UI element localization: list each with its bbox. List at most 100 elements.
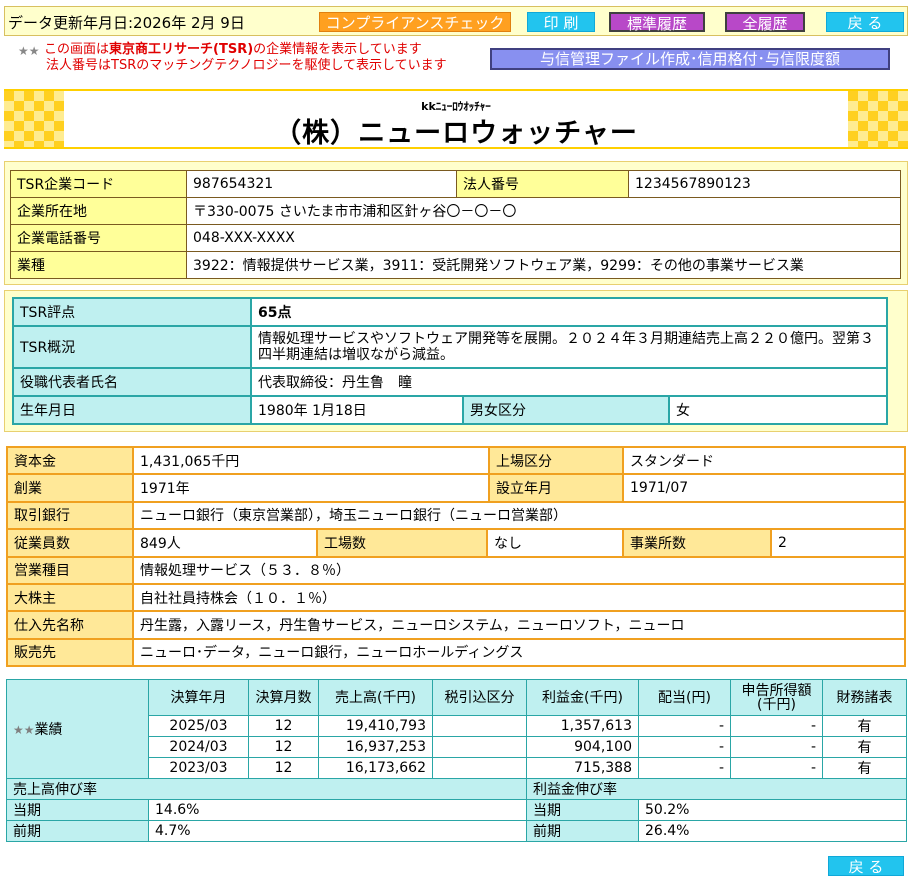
address-label: 企業所在地 bbox=[10, 197, 187, 225]
row-months: 12 bbox=[248, 736, 319, 758]
sales-current-label: 当期 bbox=[6, 799, 149, 821]
results-table: ★★業績 決算年月 決算月数 売上高(千円) 税引込区分 利益金(千円) 配当(… bbox=[6, 679, 907, 842]
industry-label: 業種 bbox=[10, 251, 187, 279]
star-icon: ★★ bbox=[18, 44, 40, 58]
row-months: 12 bbox=[248, 757, 319, 779]
row-profit: 904,100 bbox=[526, 736, 639, 758]
row-financial[interactable]: 有 bbox=[822, 757, 907, 779]
sales-previous-label: 前期 bbox=[6, 820, 149, 842]
bank-label: 取引銀行 bbox=[6, 500, 134, 531]
established-label: 設立年月 bbox=[488, 473, 624, 503]
all-history-button[interactable]: 全履歴 bbox=[725, 12, 805, 33]
tsr-score-label: TSR評点 bbox=[12, 297, 252, 327]
capital-label: 資本金 bbox=[6, 445, 134, 476]
update-date: データ更新年月日:2026年 2月 9日 bbox=[8, 14, 245, 32]
suppliers-value: 丹生露，入露リース，丹生鲁サービス，ニューロシステム，ニューロソフト，ニューロ bbox=[132, 610, 906, 640]
gender-label: 男女区分 bbox=[462, 395, 670, 425]
tsr-notice: この画面は東京商工リサーチ(TSR)の企業情報を表示しています 法人番号はTSR… bbox=[44, 42, 447, 73]
print-button[interactable]: 印 刷 bbox=[527, 12, 595, 32]
employees-value: 849人 bbox=[132, 528, 318, 558]
employees-label: 従業員数 bbox=[6, 528, 134, 558]
birth-date-label: 生年月日 bbox=[12, 395, 252, 425]
basic-info-table: TSR企業コード 987654321 法人番号 1234567890123 企業… bbox=[10, 170, 901, 279]
gender-value: 女 bbox=[668, 395, 888, 425]
row-period: 2025/03 bbox=[148, 715, 249, 737]
suppliers-label: 仕入先名称 bbox=[6, 610, 134, 640]
back-button-bottom[interactable]: 戻 る bbox=[828, 856, 904, 876]
sales-growth-current: 14.6% bbox=[148, 799, 527, 821]
birth-date-value: 1980年 1月18日 bbox=[250, 395, 464, 425]
header-tax: 税引込区分 bbox=[432, 679, 527, 716]
tsr-overview-label: TSR概況 bbox=[12, 325, 252, 369]
industry-value: 3922：情報提供サービス業，3911：受託開発ソフトウェア業，9299：その他… bbox=[186, 251, 901, 279]
profit-growth-previous: 26.4% bbox=[638, 820, 907, 842]
business-label: 営業種目 bbox=[6, 555, 134, 585]
factories-value: なし bbox=[486, 528, 624, 558]
profit-growth-label: 利益金伸び率 bbox=[526, 778, 907, 800]
sales-growth-previous: 4.7% bbox=[148, 820, 527, 842]
row-declared: - bbox=[730, 736, 823, 758]
tsr-overview-value: 情報処理サービスやソフトウェア開発等を展開。２０２４年３月期連結売上高２２０億円… bbox=[250, 325, 888, 369]
tsr-info-table: TSR評点 65点 TSR概況 情報処理サービスやソフトウェア開発等を展開。２０… bbox=[12, 297, 888, 425]
row-financial[interactable]: 有 bbox=[822, 736, 907, 758]
header-sales: 売上高(千円) bbox=[318, 679, 433, 716]
header-months: 決算月数 bbox=[248, 679, 319, 716]
business-value: 情報処理サービス（５３．８％） bbox=[132, 555, 906, 585]
sales-growth-label: 売上高伸び率 bbox=[6, 778, 527, 800]
shareholder-label: 大株主 bbox=[6, 582, 134, 613]
header-declared: 申告所得額(千円) bbox=[730, 679, 823, 716]
capital-value: 1,431,065千円 bbox=[132, 445, 490, 476]
factories-label: 工場数 bbox=[316, 528, 488, 558]
row-dividend: - bbox=[638, 736, 731, 758]
company-profile-table: 資本金 1,431,065千円 上場区分 スタンダード 創業 1971年 設立年… bbox=[6, 445, 906, 668]
row-dividend: - bbox=[638, 757, 731, 779]
company-name: （株）ニューロウォッチャー bbox=[274, 118, 638, 149]
compliance-check-button[interactable]: コンプライアンスチェック bbox=[319, 12, 511, 32]
header-dividend: 配当(円) bbox=[638, 679, 731, 716]
row-declared: - bbox=[730, 715, 823, 737]
founded-label: 創業 bbox=[6, 473, 134, 503]
profit-growth-current: 50.2% bbox=[638, 799, 907, 821]
founded-value: 1971年 bbox=[132, 473, 490, 503]
results-section-label: ★★業績 bbox=[6, 679, 149, 779]
header-financial: 財務諸表 bbox=[822, 679, 907, 716]
customers-label: 販売先 bbox=[6, 637, 134, 668]
header-profit: 利益金(千円) bbox=[526, 679, 639, 716]
representative-value: 代表取締役：丹生鲁 瞳 bbox=[250, 367, 888, 397]
shareholder-value: 自社社員持株会（１０．１％） bbox=[132, 582, 906, 613]
corp-no-value: 1234567890123 bbox=[628, 170, 901, 198]
row-profit: 1,357,613 bbox=[526, 715, 639, 737]
corp-no-label: 法人番号 bbox=[456, 170, 629, 198]
listing-label: 上場区分 bbox=[488, 445, 624, 476]
listing-value: スタンダード bbox=[622, 445, 906, 476]
phone-value: 048-XXX-XXXX bbox=[186, 224, 901, 252]
row-declared: - bbox=[730, 757, 823, 779]
offices-label: 事業所数 bbox=[622, 528, 772, 558]
representative-label: 役職代表者氏名 bbox=[12, 367, 252, 397]
established-value: 1971/07 bbox=[622, 473, 906, 503]
row-dividend: - bbox=[638, 715, 731, 737]
row-financial[interactable]: 有 bbox=[822, 715, 907, 737]
customers-value: ニューロ･データ，ニューロ銀行，ニューロホールディングス bbox=[132, 637, 906, 668]
row-sales: 19,410,793 bbox=[318, 715, 433, 737]
header-period: 決算年月 bbox=[148, 679, 249, 716]
row-period: 2024/03 bbox=[148, 736, 249, 758]
address-value: 〒330-0075 さいたま市市浦和区針ヶ谷〇－〇－〇 bbox=[186, 197, 901, 225]
tsr-code-value: 987654321 bbox=[186, 170, 457, 198]
row-sales: 16,937,253 bbox=[318, 736, 433, 758]
row-sales: 16,173,662 bbox=[318, 757, 433, 779]
row-months: 12 bbox=[248, 715, 319, 737]
row-period: 2023/03 bbox=[148, 757, 249, 779]
standard-history-button[interactable]: 標準履歴 bbox=[609, 12, 705, 33]
row-tax bbox=[432, 757, 527, 779]
row-tax bbox=[432, 736, 527, 758]
tsr-code-label: TSR企業コード bbox=[10, 170, 187, 198]
row-profit: 715,388 bbox=[526, 757, 639, 779]
back-button-top[interactable]: 戻 る bbox=[826, 12, 904, 32]
phone-label: 企業電話番号 bbox=[10, 224, 187, 252]
tsr-score-value: 65点 bbox=[250, 297, 888, 327]
star-icon: ★★ bbox=[13, 723, 35, 737]
profit-previous-label: 前期 bbox=[526, 820, 639, 842]
credit-management-button[interactable]: 与信管理ファイル作成･信用格付･与信限度額 bbox=[490, 48, 890, 70]
row-tax bbox=[432, 715, 527, 737]
